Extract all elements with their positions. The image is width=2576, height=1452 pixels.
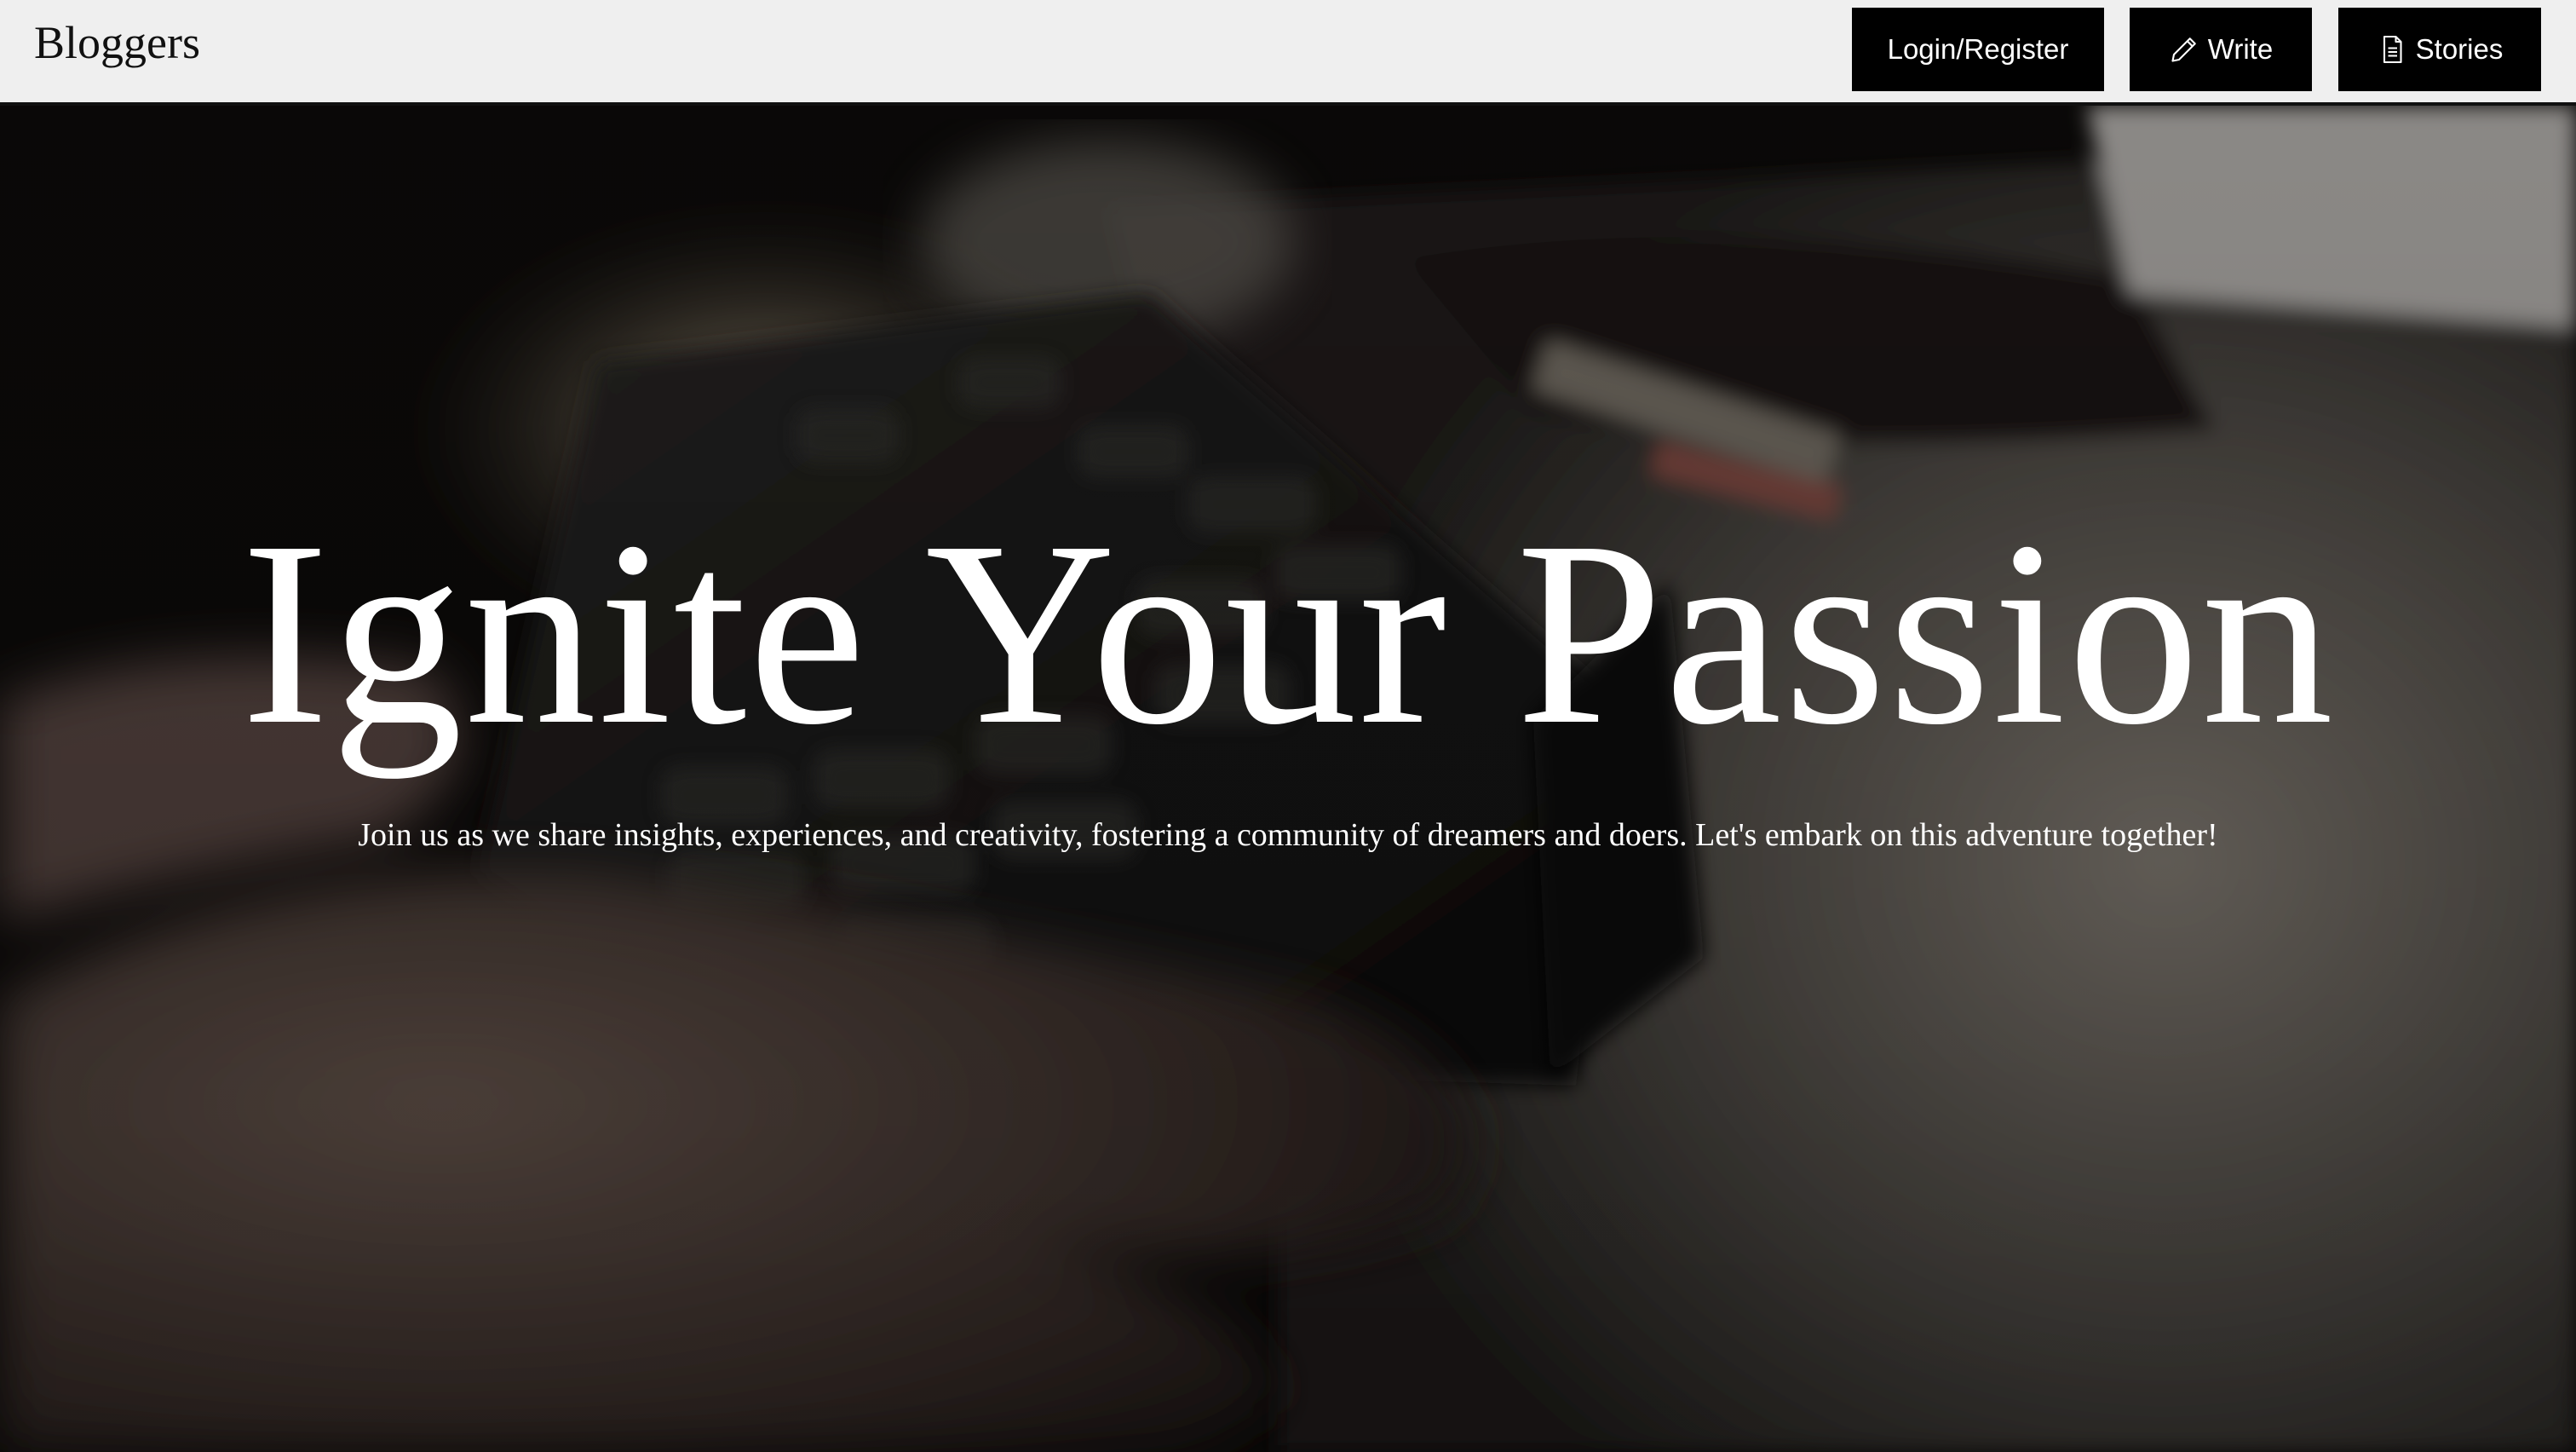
top-nav-bar: Bloggers Login/Register Write Stories xyxy=(0,0,2576,106)
hero-title: Ignite Your Passion xyxy=(240,487,2336,780)
login-register-button[interactable]: Login/Register xyxy=(1852,8,2104,91)
stories-label: Stories xyxy=(2415,33,2504,65)
write-label: Write xyxy=(2207,33,2274,65)
pencil-icon xyxy=(2169,33,2199,66)
hero-subtitle: Join us as we share insights, experience… xyxy=(358,817,2218,853)
login-register-label: Login/Register xyxy=(1887,33,2069,65)
hero-section: Ignite Your Passion Join us as we share … xyxy=(0,106,2576,1452)
document-icon xyxy=(2377,33,2407,66)
brand-logo[interactable]: Bloggers xyxy=(34,12,200,73)
write-button[interactable]: Write xyxy=(2130,8,2312,91)
stories-button[interactable]: Stories xyxy=(2338,8,2541,91)
